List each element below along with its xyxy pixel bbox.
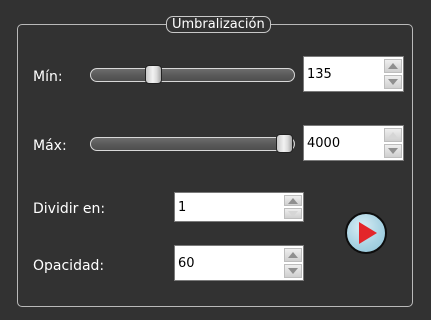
min-spin-buttons bbox=[384, 58, 402, 90]
divide-spinbox[interactable]: 1 bbox=[174, 192, 304, 222]
play-icon bbox=[359, 222, 377, 244]
min-down-arrow-icon bbox=[388, 79, 398, 85]
opacity-decrement-button[interactable] bbox=[284, 264, 302, 278]
run-threshold-button[interactable] bbox=[345, 212, 387, 254]
min-value[interactable]: 135 bbox=[307, 57, 332, 91]
divide-label: Dividir en: bbox=[33, 201, 106, 217]
max-slider[interactable] bbox=[90, 137, 295, 151]
divide-spin-buttons bbox=[284, 194, 302, 220]
min-increment-button[interactable] bbox=[384, 59, 402, 73]
opacity-up-arrow-icon bbox=[288, 252, 298, 258]
divide-down-arrow-icon bbox=[288, 210, 298, 217]
divide-decrement-button[interactable] bbox=[284, 208, 302, 219]
opacity-spinbox[interactable]: 60 bbox=[174, 245, 304, 281]
max-up-arrow-icon bbox=[388, 132, 398, 138]
opacity-spin-buttons bbox=[284, 247, 302, 279]
max-decrement-button[interactable] bbox=[384, 144, 402, 158]
divide-increment-button[interactable] bbox=[284, 195, 302, 206]
min-up-arrow-icon bbox=[388, 63, 398, 69]
min-slider[interactable] bbox=[90, 68, 295, 82]
max-slider-handle[interactable] bbox=[276, 134, 293, 153]
max-spinbox[interactable]: 4000 bbox=[303, 125, 404, 161]
opacity-label: Opacidad: bbox=[33, 258, 105, 274]
opacity-down-arrow-icon bbox=[288, 268, 298, 274]
max-increment-button[interactable] bbox=[384, 128, 402, 142]
max-value[interactable]: 4000 bbox=[307, 126, 340, 160]
min-decrement-button[interactable] bbox=[384, 75, 402, 89]
opacity-value[interactable]: 60 bbox=[178, 246, 195, 280]
max-spin-buttons bbox=[384, 127, 402, 159]
threshold-group-title: Umbralización bbox=[166, 16, 271, 33]
divide-up-arrow-icon bbox=[288, 197, 298, 204]
max-label: Máx: bbox=[33, 138, 67, 154]
opacity-increment-button[interactable] bbox=[284, 248, 302, 262]
min-spinbox[interactable]: 135 bbox=[303, 56, 404, 92]
max-down-arrow-icon bbox=[388, 148, 398, 154]
divide-value[interactable]: 1 bbox=[178, 193, 186, 221]
min-slider-handle[interactable] bbox=[145, 65, 162, 84]
min-label: Mín: bbox=[33, 69, 63, 85]
